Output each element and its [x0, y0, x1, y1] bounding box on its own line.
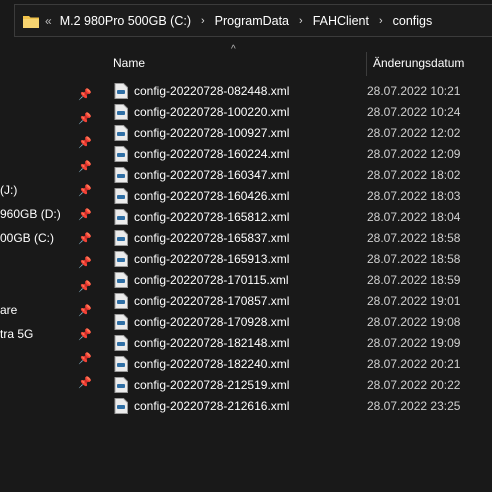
- file-row[interactable]: config-20220728-160224.xml 28.07.2022 12…: [108, 143, 492, 164]
- file-name: config-20220728-165837.xml: [134, 230, 290, 245]
- column-divider[interactable]: [366, 52, 367, 76]
- pin-icon[interactable]: 📌: [78, 376, 92, 389]
- file-name: config-20220728-170115.xml: [134, 272, 289, 287]
- file-date-modified: 28.07.2022 18:03: [367, 188, 461, 203]
- folder-icon: [23, 15, 39, 28]
- file-row[interactable]: config-20220728-212616.xml 28.07.2022 23…: [108, 395, 492, 416]
- file-row[interactable]: config-20220728-165812.xml 28.07.2022 18…: [108, 206, 492, 227]
- file-date-modified: 28.07.2022 20:21: [367, 356, 461, 371]
- xml-file-icon: [114, 208, 128, 225]
- pin-icon[interactable]: 📌: [78, 88, 92, 101]
- file-date-modified: 28.07.2022 23:25: [367, 398, 461, 413]
- pin-icon[interactable]: 📌: [78, 280, 92, 293]
- xml-file-icon: [114, 166, 128, 183]
- file-name: config-20220728-100220.xml: [134, 104, 290, 119]
- file-name: config-20220728-165812.xml: [134, 209, 290, 224]
- file-row[interactable]: config-20220728-170115.xml 28.07.2022 18…: [108, 269, 492, 290]
- file-date-modified: 28.07.2022 10:21: [367, 83, 461, 98]
- file-list: config-20220728-082448.xml 28.07.2022 10…: [108, 80, 492, 416]
- file-row[interactable]: config-20220728-160347.xml 28.07.2022 18…: [108, 164, 492, 185]
- xml-file-icon: [114, 313, 128, 330]
- pin-icon[interactable]: 📌: [78, 352, 92, 365]
- file-name: config-20220728-182148.xml: [134, 335, 290, 350]
- nav-item-drive-c[interactable]: 00GB (C:): [0, 231, 54, 245]
- breadcrumb-drive[interactable]: M.2 980Pro 500GB (C:): [60, 14, 191, 28]
- file-date-modified: 28.07.2022 12:09: [367, 146, 461, 161]
- xml-file-icon: [114, 250, 128, 267]
- file-name: config-20220728-170857.xml: [134, 293, 290, 308]
- column-header-name[interactable]: Name: [113, 56, 145, 70]
- file-name: config-20220728-212616.xml: [134, 398, 290, 413]
- file-date-modified: 28.07.2022 18:02: [367, 167, 461, 182]
- file-date-modified: 28.07.2022 10:24: [367, 104, 461, 119]
- xml-file-icon: [114, 82, 128, 99]
- file-row[interactable]: config-20220728-100927.xml 28.07.2022 12…: [108, 122, 492, 143]
- navigation-pane: 📌 📌 📌 📌 📌 📌 📌 📌 📌 📌 📌 📌 📌 (J:) 960GB (D:…: [0, 44, 96, 492]
- pin-icon[interactable]: 📌: [78, 328, 92, 341]
- file-row[interactable]: config-20220728-212519.xml 28.07.2022 20…: [108, 374, 492, 395]
- pin-icon[interactable]: 📌: [78, 136, 92, 149]
- xml-file-icon: [114, 187, 128, 204]
- xml-file-icon: [114, 145, 128, 162]
- pin-icon[interactable]: 📌: [78, 160, 92, 173]
- file-date-modified: 28.07.2022 20:22: [367, 377, 461, 392]
- file-row[interactable]: config-20220728-082448.xml 28.07.2022 10…: [108, 80, 492, 101]
- file-name: config-20220728-170928.xml: [134, 314, 290, 329]
- file-name: config-20220728-082448.xml: [134, 83, 290, 98]
- pin-icon[interactable]: 📌: [78, 112, 92, 125]
- file-row[interactable]: config-20220728-182240.xml 28.07.2022 20…: [108, 353, 492, 374]
- file-name: config-20220728-165913.xml: [134, 251, 290, 266]
- xml-file-icon: [114, 355, 128, 372]
- pin-icon[interactable]: 📌: [78, 256, 92, 269]
- file-date-modified: 28.07.2022 18:59: [367, 272, 461, 287]
- file-row[interactable]: config-20220728-170928.xml 28.07.2022 19…: [108, 311, 492, 332]
- file-name: config-20220728-160426.xml: [134, 188, 290, 203]
- nav-item-ultra-5g[interactable]: tra 5G: [0, 327, 33, 341]
- xml-file-icon: [114, 124, 128, 141]
- file-name: config-20220728-100927.xml: [134, 125, 290, 140]
- file-row[interactable]: config-20220728-100220.xml 28.07.2022 10…: [108, 101, 492, 122]
- overflow-chevron-icon[interactable]: «: [45, 14, 52, 28]
- breadcrumb-programdata[interactable]: ProgramData: [215, 14, 289, 28]
- xml-file-icon: [114, 397, 128, 414]
- file-date-modified: 28.07.2022 19:08: [367, 314, 461, 329]
- pin-icon[interactable]: 📌: [78, 208, 92, 221]
- file-date-modified: 28.07.2022 19:09: [367, 335, 461, 350]
- nav-item-drive-d[interactable]: 960GB (D:): [0, 207, 61, 221]
- breadcrumb-separator-icon[interactable]: ›: [299, 15, 303, 27]
- address-bar[interactable]: « M.2 980Pro 500GB (C:) › ProgramData › …: [14, 4, 492, 37]
- file-row[interactable]: config-20220728-160426.xml 28.07.2022 18…: [108, 185, 492, 206]
- file-date-modified: 28.07.2022 18:04: [367, 209, 461, 224]
- breadcrumb-separator-icon[interactable]: ›: [379, 15, 383, 27]
- file-row[interactable]: config-20220728-170857.xml 28.07.2022 19…: [108, 290, 492, 311]
- nav-item-software[interactable]: are: [0, 303, 17, 317]
- breadcrumb-configs[interactable]: configs: [393, 14, 433, 28]
- file-date-modified: 28.07.2022 18:58: [367, 251, 461, 266]
- nav-item-drive-j[interactable]: (J:): [0, 183, 17, 197]
- xml-file-icon: [114, 229, 128, 246]
- file-date-modified: 28.07.2022 18:58: [367, 230, 461, 245]
- file-row[interactable]: config-20220728-165837.xml 28.07.2022 18…: [108, 227, 492, 248]
- sort-ascending-icon: ^: [231, 44, 236, 55]
- xml-file-icon: [114, 292, 128, 309]
- xml-file-icon: [114, 271, 128, 288]
- file-row[interactable]: config-20220728-182148.xml 28.07.2022 19…: [108, 332, 492, 353]
- file-name: config-20220728-182240.xml: [134, 356, 290, 371]
- breadcrumb-separator-icon[interactable]: ›: [201, 15, 205, 27]
- pin-icon[interactable]: 📌: [78, 304, 92, 317]
- xml-file-icon: [114, 103, 128, 120]
- file-date-modified: 28.07.2022 19:01: [367, 293, 461, 308]
- file-date-modified: 28.07.2022 12:02: [367, 125, 461, 140]
- file-row[interactable]: config-20220728-165913.xml 28.07.2022 18…: [108, 248, 492, 269]
- file-name: config-20220728-160224.xml: [134, 146, 290, 161]
- xml-file-icon: [114, 376, 128, 393]
- xml-file-icon: [114, 334, 128, 351]
- file-name: config-20220728-212519.xml: [134, 377, 290, 392]
- breadcrumb-fahclient[interactable]: FAHClient: [313, 14, 369, 28]
- column-header-date-modified[interactable]: Änderungsdatum: [373, 56, 464, 70]
- pin-icon[interactable]: 📌: [78, 184, 92, 197]
- file-name: config-20220728-160347.xml: [134, 167, 290, 182]
- pin-icon[interactable]: 📌: [78, 232, 92, 245]
